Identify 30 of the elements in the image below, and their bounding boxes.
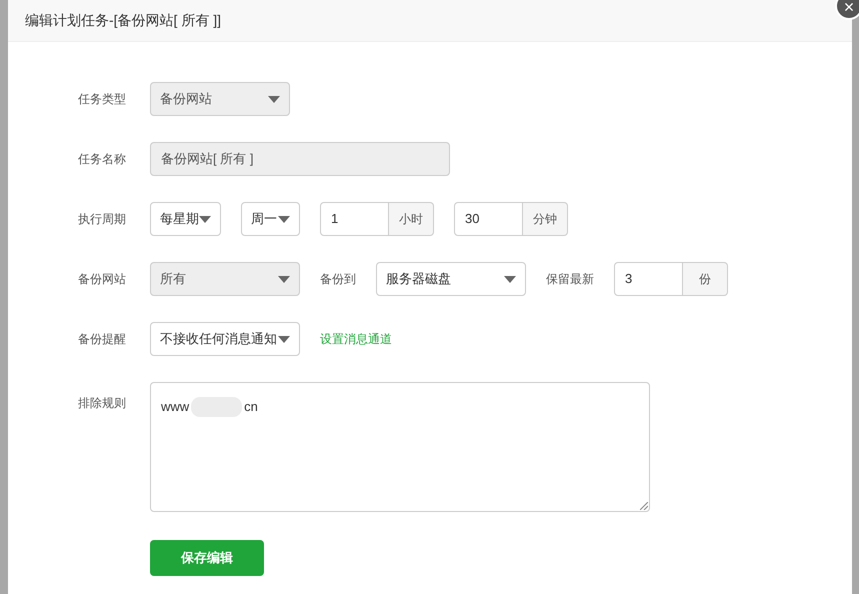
field-label: 备份到 — [320, 271, 356, 288]
input-field[interactable]: 1 — [320, 202, 389, 236]
dropdown[interactable]: 服务器磁盘 — [376, 262, 526, 296]
field-label: 排除规则 — [78, 395, 127, 412]
caret-icon — [278, 276, 290, 282]
caret-icon — [278, 336, 290, 342]
text-area[interactable]: www cn — [150, 382, 650, 512]
input-field[interactable]: 3 — [614, 262, 683, 296]
dialog-title: 编辑计划任务-[备份网站[ 所有 ]] — [25, 11, 221, 30]
dropdown[interactable]: 不接收任何消息通知 — [150, 322, 300, 356]
input-field[interactable]: 30 — [454, 202, 523, 236]
unit-label: 份 — [683, 262, 728, 296]
unit-label: 分钟 — [523, 202, 568, 236]
unit-label: 小时 — [389, 202, 434, 236]
dropdown[interactable]: 周一 — [241, 202, 300, 236]
field-label: 保留最新 — [546, 271, 594, 288]
resize-handle-icon — [640, 502, 648, 510]
caret-icon — [504, 276, 516, 282]
close-button[interactable]: × — [835, 0, 859, 20]
dropdown[interactable]: 每星期 — [150, 202, 221, 236]
caret-icon — [278, 216, 290, 222]
field-label: 任务名称 — [78, 151, 127, 168]
text-value: cn — [244, 398, 258, 416]
field-label: 备份网站 — [78, 271, 127, 288]
caret-icon — [268, 96, 280, 102]
field-label: 备份提醒 — [78, 331, 127, 348]
field-label: 任务类型 — [78, 91, 127, 108]
text-value: www — [161, 398, 190, 416]
field-label: 执行周期 — [78, 211, 127, 228]
caret-icon — [199, 216, 211, 222]
